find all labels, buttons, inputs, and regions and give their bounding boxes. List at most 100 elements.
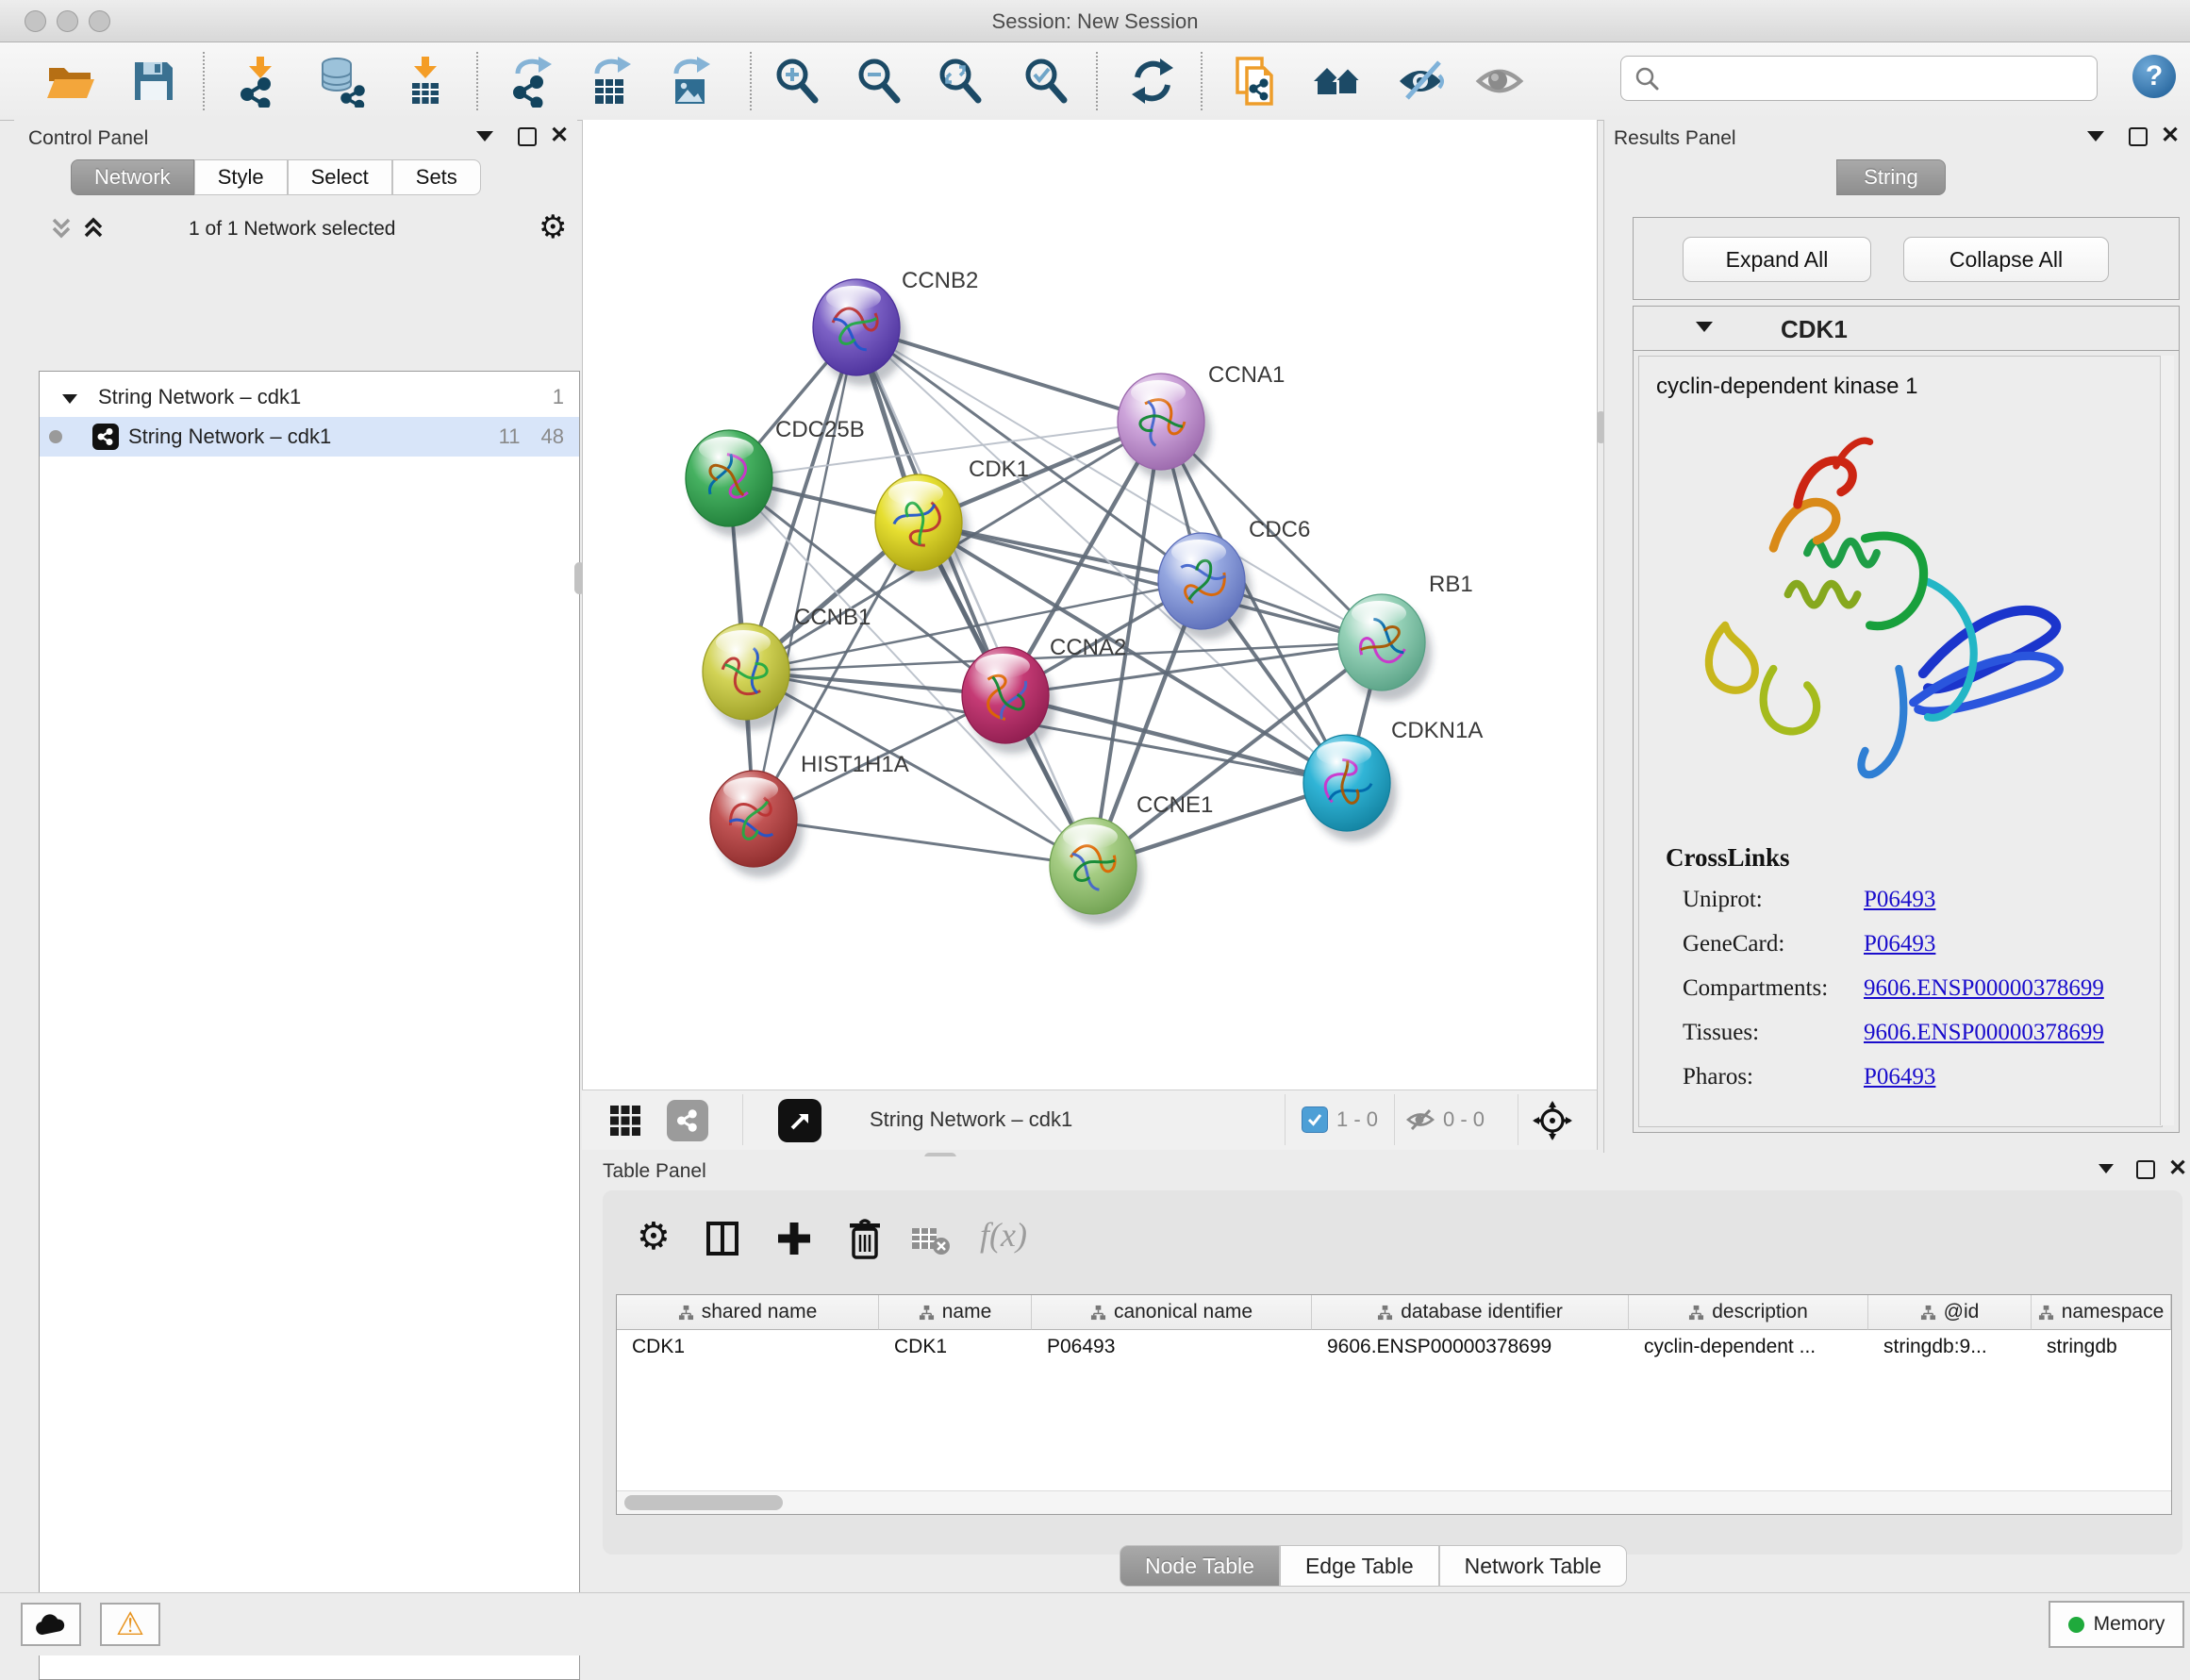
save-session-icon[interactable] xyxy=(125,53,182,109)
refresh-layout-icon[interactable] xyxy=(1124,53,1181,109)
column-header[interactable]: @id xyxy=(1868,1295,2032,1330)
grid-view-icon[interactable] xyxy=(608,1104,642,1142)
import-network-file-icon[interactable] xyxy=(232,53,289,109)
table-panel-float-icon[interactable] xyxy=(2099,1164,2114,1173)
cloud-status-button[interactable] xyxy=(21,1603,81,1646)
tab-sets[interactable]: Sets xyxy=(392,159,481,195)
expand-all-button[interactable]: Expand All xyxy=(1683,237,1871,282)
compartments-link[interactable]: 9606.ENSP00000378699 xyxy=(1864,975,2104,1002)
tab-select[interactable]: Select xyxy=(288,159,392,195)
zoom-fit-icon[interactable] xyxy=(933,53,989,109)
graph-node-rb1[interactable] xyxy=(1338,594,1432,701)
show-details-eye-icon[interactable] xyxy=(1473,53,1530,109)
tab-style[interactable]: Style xyxy=(194,159,288,195)
cell-id[interactable]: stringdb:9... xyxy=(1868,1330,2032,1364)
table-panel-close-icon[interactable]: ✕ xyxy=(2168,1157,2187,1180)
cell-description[interactable]: cyclin-dependent ... xyxy=(1629,1330,1868,1364)
zoom-out-icon[interactable] xyxy=(852,53,908,109)
select-columns-icon[interactable] xyxy=(703,1219,742,1263)
cell-shared-name[interactable]: CDK1 xyxy=(617,1330,879,1364)
delete-column-icon[interactable] xyxy=(844,1217,886,1265)
search-box[interactable] xyxy=(1620,56,2098,101)
graph-node-ccna2[interactable] xyxy=(962,647,1055,754)
graph-node-ccna1[interactable] xyxy=(1118,374,1211,480)
zoom-selected-icon[interactable] xyxy=(1019,53,1075,109)
genecard-link[interactable]: P06493 xyxy=(1864,931,1935,957)
column-header[interactable]: name xyxy=(879,1295,1032,1330)
graph-node-cdk1[interactable] xyxy=(875,474,969,581)
hide-details-eye-icon[interactable] xyxy=(1394,53,1451,109)
column-header[interactable]: namespace xyxy=(2032,1295,2171,1330)
graph-node-cdc25b[interactable] xyxy=(686,430,779,537)
results-panel-float-icon[interactable] xyxy=(2087,131,2104,141)
tab-string[interactable]: String xyxy=(1836,159,1946,195)
network-options-gear-icon[interactable]: ⚙ xyxy=(539,208,567,246)
crosslink-label: Uniprot: xyxy=(1683,887,1763,913)
zoom-in-icon[interactable] xyxy=(770,53,826,109)
tab-node-table[interactable]: Node Table xyxy=(1120,1545,1280,1587)
search-input[interactable] xyxy=(1668,58,2097,98)
expand-all-chevron-icon[interactable] xyxy=(82,216,105,245)
memory-button[interactable]: Memory xyxy=(2049,1601,2184,1648)
table-row[interactable]: CDK1 CDK1 P06493 9606.ENSP00000378699 cy… xyxy=(617,1330,2171,1364)
table-gear-icon[interactable]: ⚙ xyxy=(637,1215,671,1258)
entry-header[interactable]: CDK1 xyxy=(1634,307,2179,351)
network-tree: String Network – cdk1 1 String Network –… xyxy=(39,371,580,1680)
import-network-database-icon[interactable] xyxy=(314,53,371,109)
open-in-window-icon[interactable] xyxy=(778,1099,821,1142)
toolbar-separator xyxy=(476,52,478,110)
function-builder-icon[interactable]: f(x) xyxy=(980,1215,1027,1255)
collapse-all-chevron-icon[interactable] xyxy=(50,216,73,245)
column-header[interactable]: shared name xyxy=(617,1295,879,1330)
network-view-share-icon[interactable] xyxy=(667,1100,708,1141)
help-button[interactable]: ? xyxy=(2132,55,2176,98)
control-panel-float-icon[interactable] xyxy=(476,131,493,141)
cell-database-identifier[interactable]: 9606.ENSP00000378699 xyxy=(1312,1330,1629,1364)
string-network-graph[interactable]: CCNB2CCNA1CDC25BCDK1CDC6RB1CCNB1CCNA2CDK… xyxy=(583,120,1597,1090)
results-panel-close-icon[interactable]: ✕ xyxy=(2161,125,2180,147)
delete-table-icon[interactable] xyxy=(910,1224,952,1261)
control-panel-maximize-icon[interactable] xyxy=(518,127,537,146)
results-panel-maximize-icon[interactable] xyxy=(2129,127,2148,146)
network-canvas[interactable]: CCNB2CCNA1CDC25BCDK1CDC6RB1CCNB1CCNA2CDK… xyxy=(582,120,1598,1090)
table-hscrollbar[interactable] xyxy=(617,1490,2171,1514)
hidden-eye-icon[interactable] xyxy=(1405,1105,1435,1139)
collapse-all-button[interactable]: Collapse All xyxy=(1903,237,2109,282)
add-column-icon[interactable] xyxy=(774,1219,814,1263)
tissues-link[interactable]: 9606.ENSP00000378699 xyxy=(1864,1020,2104,1046)
warnings-button[interactable]: ⚠ xyxy=(100,1603,160,1646)
graph-node-hist1h1a[interactable] xyxy=(710,771,804,877)
results-scrollbar[interactable] xyxy=(2160,356,2174,1125)
column-header[interactable]: database identifier xyxy=(1312,1295,1629,1330)
graph-node-ccne1[interactable] xyxy=(1050,818,1143,924)
cell-name[interactable]: CDK1 xyxy=(879,1330,1032,1364)
home-networks-icon[interactable] xyxy=(1310,53,1367,109)
export-image-icon[interactable] xyxy=(663,53,720,109)
control-panel-close-icon[interactable]: ✕ xyxy=(550,125,569,147)
open-session-icon[interactable] xyxy=(41,53,98,109)
uniprot-link[interactable]: P06493 xyxy=(1864,887,1935,913)
tab-network-table[interactable]: Network Table xyxy=(1439,1545,1627,1587)
graph-node-cdc6[interactable] xyxy=(1158,533,1252,640)
graph-node-cdkn1a[interactable] xyxy=(1303,735,1397,841)
network-collection-row[interactable]: String Network – cdk1 1 xyxy=(40,377,579,417)
entry-collapse-icon[interactable] xyxy=(1696,322,1713,332)
tree-expand-icon[interactable] xyxy=(62,385,77,409)
export-network-icon[interactable] xyxy=(505,53,561,109)
tab-network[interactable]: Network xyxy=(71,159,194,195)
column-header[interactable]: canonical name xyxy=(1032,1295,1312,1330)
pharos-link[interactable]: P06493 xyxy=(1864,1064,1935,1090)
tab-edge-table[interactable]: Edge Table xyxy=(1280,1545,1439,1587)
selected-checkbox[interactable] xyxy=(1302,1106,1328,1133)
network-row[interactable]: String Network – cdk1 11 48 xyxy=(40,417,579,457)
clone-network-icon[interactable] xyxy=(1228,53,1285,109)
cell-canonical-name[interactable]: P06493 xyxy=(1032,1330,1312,1364)
table-panel-maximize-icon[interactable] xyxy=(2136,1160,2155,1179)
column-header[interactable]: description xyxy=(1629,1295,1868,1330)
import-table-file-icon[interactable] xyxy=(397,53,454,109)
center-view-crosshair-icon[interactable] xyxy=(1533,1101,1572,1145)
table-hscrollbar-thumb[interactable] xyxy=(624,1495,783,1510)
export-table-icon[interactable] xyxy=(584,53,640,109)
cell-namespace[interactable]: stringdb xyxy=(2032,1330,2171,1364)
graph-node-ccnb2[interactable] xyxy=(813,279,906,386)
